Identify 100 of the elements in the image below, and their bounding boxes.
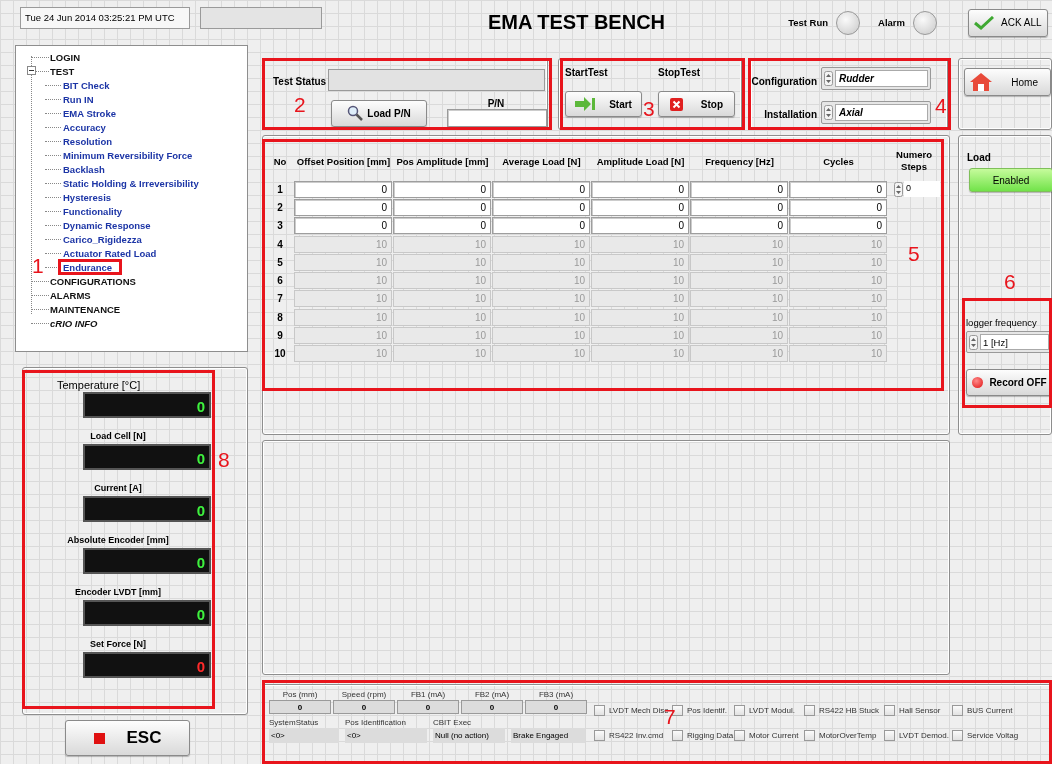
tree-item[interactable]: Dynamic Response	[63, 219, 151, 231]
tree-item[interactable]: Minimum Reversibility Force	[63, 149, 193, 161]
tree-item[interactable]: cRIO INFO	[50, 317, 98, 329]
table-cell[interactable]: 0	[294, 217, 392, 235]
readout-label: Speed (rpm)	[340, 690, 388, 700]
table-cell: 10	[591, 253, 689, 271]
checkbox[interactable]	[672, 730, 683, 741]
table-cell: 10	[393, 308, 491, 326]
checkbox[interactable]	[594, 705, 605, 716]
status-field: <0>	[345, 728, 427, 743]
load-pn-button[interactable]: Load P/N	[331, 99, 427, 127]
column-header: Cycles	[822, 155, 855, 167]
tree-item[interactable]: Static Holding & Irreversibility	[63, 177, 199, 189]
tree-item[interactable]: EMA Stroke	[63, 107, 116, 119]
selector-value: Rudder	[835, 70, 928, 87]
tree-item[interactable]: Carico_Rigidezza	[63, 233, 142, 245]
tree-item[interactable]: Endurance	[63, 261, 113, 273]
table-cell: 10	[294, 290, 392, 308]
window-title: EMA TEST BENCH	[488, 11, 666, 34]
table-cell[interactable]: 0	[294, 198, 392, 216]
table-cell: 10	[789, 345, 887, 363]
spinner-arrows-icon[interactable]	[969, 334, 978, 350]
table-cell[interactable]: 0	[591, 198, 689, 216]
table-cell[interactable]: 0	[591, 217, 689, 235]
checkbox[interactable]	[594, 730, 605, 741]
tree-item[interactable]: Resolution	[63, 135, 113, 147]
annotation-box	[58, 259, 122, 275]
checkbox[interactable]	[884, 730, 895, 741]
checkbox[interactable]	[734, 730, 745, 741]
table-cell: 10	[591, 235, 689, 253]
table-cell[interactable]: 0	[789, 198, 887, 216]
column-header: Offset Position [mm]	[295, 155, 392, 167]
ring-selector[interactable]: Rudder	[821, 67, 931, 90]
callout-number: 4	[935, 95, 947, 117]
tree-item[interactable]: CONFIGURATIONS	[50, 275, 136, 287]
stop-square-icon	[93, 732, 105, 744]
field-label: Configuration	[751, 75, 817, 87]
tree-item[interactable]: Actuator Rated Load	[63, 247, 157, 259]
table-cell[interactable]: 0	[690, 217, 788, 235]
tree-item[interactable]: Backlash	[63, 163, 105, 175]
tree-item[interactable]: Accuracy	[63, 121, 106, 133]
tree-item[interactable]: Hysteresis	[63, 191, 112, 203]
gauge-label: Encoder LVDT [mm]	[75, 587, 161, 599]
ack-all-button[interactable]: ACK ALL	[968, 8, 1048, 37]
checkbox-label: RS422 HB Stuck	[819, 706, 880, 715]
column-header: Numero Steps	[895, 149, 933, 173]
spinner-arrows-icon[interactable]	[824, 71, 833, 86]
start-button[interactable]: Start	[565, 91, 642, 117]
collapse-icon[interactable]	[27, 66, 36, 75]
row-number: 4	[276, 238, 284, 250]
checkbox[interactable]	[952, 705, 963, 716]
tree-item[interactable]: ALARMS	[50, 289, 91, 301]
pn-input[interactable]	[447, 108, 547, 127]
table-cell[interactable]: 0	[690, 180, 788, 198]
row-number: 7	[276, 293, 284, 305]
ring-selector[interactable]: Axial	[821, 100, 931, 124]
load-toggle-button[interactable]: Enabled	[969, 168, 1052, 192]
table-cell: 10	[690, 308, 788, 326]
checkbox[interactable]	[804, 705, 815, 716]
table-cell[interactable]: 0	[591, 180, 689, 198]
tree-item[interactable]: Functionality	[63, 205, 123, 217]
table-cell[interactable]: 0	[492, 180, 590, 198]
home-button[interactable]: Home	[964, 68, 1051, 96]
table-cell[interactable]: 0	[294, 180, 392, 198]
field-label: logger frequency	[966, 317, 1038, 328]
table-cell: 10	[393, 272, 491, 290]
tree-item[interactable]: MAINTENANCE	[50, 303, 121, 315]
checkbox[interactable]	[804, 730, 815, 741]
tree-item[interactable]: Run IN	[63, 93, 94, 105]
house-icon	[969, 72, 993, 92]
table-cell: 10	[393, 235, 491, 253]
table-cell: 10	[690, 253, 788, 271]
tree-item[interactable]: BIT Check	[63, 79, 110, 91]
table-cell[interactable]: 0	[492, 198, 590, 216]
stop-button[interactable]: Stop	[658, 91, 735, 117]
frequency-selector[interactable]: 1 [Hz]	[966, 331, 1052, 353]
table-cell[interactable]: 0	[789, 217, 887, 235]
table-cell[interactable]: 0	[393, 217, 491, 235]
spinner-arrows-icon[interactable]	[824, 104, 833, 120]
field-label: Load	[967, 152, 992, 163]
table-cell[interactable]: 0	[492, 217, 590, 235]
steps-field[interactable]: 0	[904, 181, 940, 198]
checkbox[interactable]	[734, 705, 745, 716]
checkbox[interactable]	[884, 705, 895, 716]
tree-item[interactable]: TEST	[50, 65, 75, 77]
table-cell[interactable]: 0	[690, 198, 788, 216]
table-cell[interactable]: 0	[393, 180, 491, 198]
esc-button[interactable]: ESC	[65, 720, 190, 756]
row-number: 3	[276, 220, 284, 232]
readout-field: 0	[397, 700, 459, 714]
readout-field: 0	[525, 700, 587, 714]
spinner-arrows-icon[interactable]	[894, 181, 903, 197]
table-cell: 10	[294, 327, 392, 344]
table-cell: 10	[393, 345, 491, 363]
checkbox[interactable]	[952, 730, 963, 741]
tree-item[interactable]: LOGIN	[50, 51, 81, 63]
record-button[interactable]: Record OFF	[966, 369, 1052, 396]
table-cell[interactable]: 0	[789, 180, 887, 198]
arrow-icon	[575, 97, 596, 111]
table-cell[interactable]: 0	[393, 198, 491, 216]
